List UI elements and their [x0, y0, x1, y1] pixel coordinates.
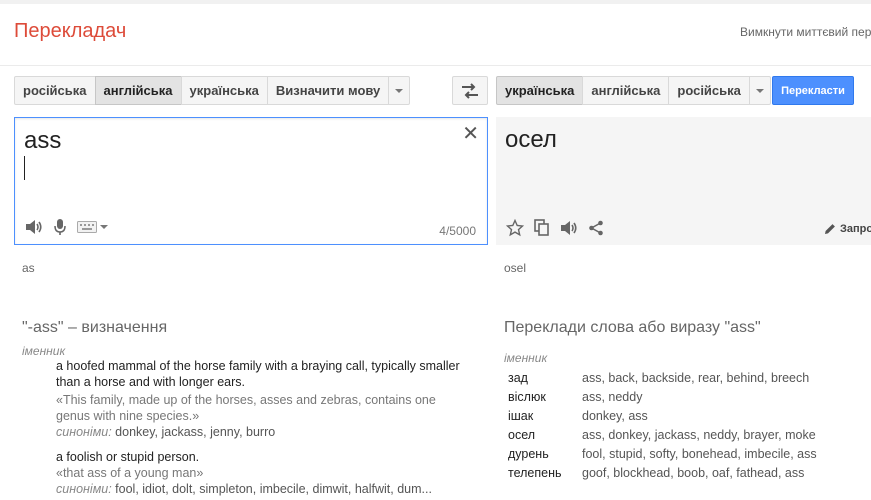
- reverse-translations[interactable]: fool, stupid, softy, bonehead, imbecile,…: [582, 444, 817, 463]
- microphone-icon[interactable]: [53, 218, 67, 236]
- translation-toolbar: [506, 219, 604, 237]
- star-icon[interactable]: [506, 219, 524, 237]
- table-row: віслюк ass, neddy: [504, 387, 817, 406]
- synonyms-label: синоніми:: [56, 482, 112, 496]
- source-language-selector: російська англійська українська Визначит…: [14, 76, 411, 105]
- top-strip: [0, 0, 871, 4]
- source-toolbar: [25, 218, 108, 236]
- keyboard-selector[interactable]: [77, 221, 108, 233]
- translation-word[interactable]: віслюк: [504, 387, 582, 406]
- source-transliteration: as: [22, 261, 35, 275]
- synonyms-list[interactable]: donkey, jackass, jenny, burro: [115, 425, 275, 439]
- synonyms-label: синоніми:: [56, 425, 112, 439]
- translation-word[interactable]: зад: [504, 368, 582, 387]
- translation-word[interactable]: дурень: [504, 444, 582, 463]
- source-lang-russian[interactable]: російська: [14, 76, 96, 105]
- instant-translation-toggle[interactable]: Вимкнути миттєвий пер: [740, 25, 871, 39]
- source-lang-english[interactable]: англійська: [94, 76, 182, 105]
- source-text-area[interactable]: ass ✕ 4/5000: [14, 117, 488, 245]
- target-language-selector: українська англійська російська: [496, 76, 771, 105]
- reverse-translations[interactable]: donkey, ass: [582, 406, 817, 425]
- speaker-icon[interactable]: [560, 220, 578, 236]
- definition-item: a hoofed mammal of the horse family with…: [56, 358, 466, 440]
- speaker-icon[interactable]: [25, 219, 43, 235]
- table-row: телепень goof, blockhead, boob, oaf, fat…: [504, 463, 817, 482]
- table-row: осел ass, donkey, jackass, neddy, brayer…: [504, 425, 817, 444]
- char-count: 4/5000: [439, 224, 476, 238]
- definition-example: «that ass of a young man»: [56, 466, 204, 480]
- table-row: ішак donkey, ass: [504, 406, 817, 425]
- source-lang-dropdown[interactable]: [388, 76, 411, 105]
- close-icon[interactable]: ✕: [462, 124, 479, 144]
- swap-languages-button[interactable]: [452, 76, 488, 105]
- source-text[interactable]: ass: [24, 127, 61, 155]
- target-lang-ukrainian[interactable]: українська: [496, 76, 584, 105]
- definition-item: a foolish or stupid person. «that ass of…: [56, 449, 466, 497]
- definition-synonyms: синоніми: fool, idiot, dolt, simpleton, …: [56, 481, 466, 497]
- pencil-icon: [825, 224, 835, 234]
- translations-part-of-speech: іменник: [504, 351, 548, 365]
- translations-table: зад ass, back, backside, rear, behind, b…: [504, 368, 817, 482]
- definition-text: a foolish or stupid person.: [56, 450, 200, 464]
- reverse-translations[interactable]: ass, back, backside, rear, behind, breec…: [582, 368, 817, 387]
- source-lang-detect[interactable]: Визначити мову: [266, 76, 390, 105]
- translations-title: Переклади слова або виразу "ass": [504, 319, 761, 336]
- chevron-down-icon: [755, 88, 764, 93]
- definition-synonyms: синоніми: donkey, jackass, jenny, burro: [56, 424, 466, 440]
- definitions-part-of-speech: іменник: [22, 344, 66, 358]
- share-icon[interactable]: [588, 220, 604, 236]
- definition-example: «This family, made up of the horses, ass…: [56, 393, 436, 423]
- target-lang-dropdown[interactable]: [748, 76, 771, 105]
- synonyms-list[interactable]: fool, idiot, dolt, simpleton, imbecile, …: [115, 482, 432, 496]
- reverse-translations[interactable]: goof, blockhead, boob, oaf, fathead, ass: [582, 463, 817, 482]
- copy-icon[interactable]: [534, 219, 550, 237]
- reverse-translations[interactable]: ass, neddy: [582, 387, 817, 406]
- target-lang-english[interactable]: англійська: [582, 76, 670, 105]
- target-lang-russian[interactable]: російська: [668, 76, 750, 105]
- translation-word[interactable]: осел: [504, 425, 582, 444]
- keyboard-icon: [77, 221, 97, 233]
- translation-text: осел: [505, 126, 557, 153]
- suggest-edit-label: Запро: [840, 223, 871, 235]
- top-bar: Перекладач Вимкнути миттєвий пер: [0, 0, 871, 66]
- reverse-translations[interactable]: ass, donkey, jackass, neddy, brayer, mok…: [582, 425, 817, 444]
- translation-word[interactable]: телепень: [504, 463, 582, 482]
- suggest-edit-button[interactable]: Запро: [824, 223, 871, 235]
- text-cursor: [24, 156, 25, 180]
- chevron-down-icon: [395, 88, 404, 93]
- app-title: Перекладач: [14, 20, 127, 42]
- definitions-title: "-ass" – визначення: [22, 319, 168, 336]
- definition-text: a hoofed mammal of the horse family with…: [56, 359, 460, 389]
- chevron-down-icon: [100, 225, 108, 229]
- swap-arrows-icon: [462, 82, 478, 99]
- table-row: зад ass, back, backside, rear, behind, b…: [504, 368, 817, 387]
- source-lang-ukrainian[interactable]: українська: [180, 76, 268, 105]
- translate-button[interactable]: Перекласти: [772, 76, 854, 105]
- target-transliteration: osel: [504, 261, 527, 275]
- translation-output: осел Запро: [496, 117, 871, 245]
- translation-word[interactable]: ішак: [504, 406, 582, 425]
- table-row: дурень fool, stupid, softy, bonehead, im…: [504, 444, 817, 463]
